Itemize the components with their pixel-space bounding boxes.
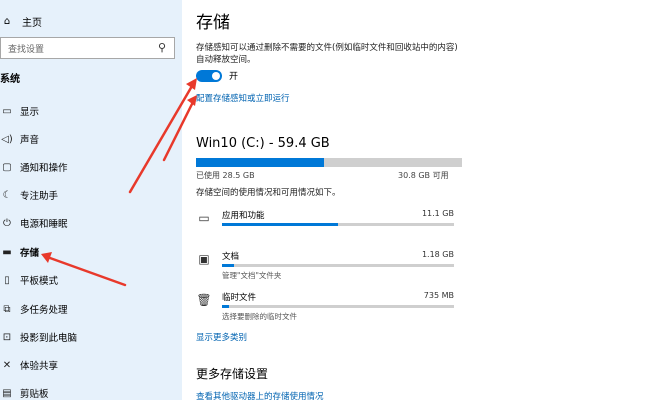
multitasking-icon: ⧉ xyxy=(3,303,11,315)
sidebar-item-focus-assist[interactable]: ☾ 专注助手 xyxy=(0,186,59,204)
storage-sense-toggle[interactable] xyxy=(196,70,222,82)
sidebar-item-clipboard[interactable]: ▤ 剪贴板 xyxy=(0,384,49,400)
sidebar-item-label: 平板模式 xyxy=(20,276,59,287)
projecting-icon: ⊡ xyxy=(2,331,12,343)
category-name: 临时文件 xyxy=(222,293,257,303)
sound-icon: ◁) xyxy=(1,133,13,145)
category-size: 11.1 GB xyxy=(421,209,454,218)
home-label: 主页 xyxy=(22,17,42,29)
usage-description: 存储空间的使用情况和可用情况如下。 xyxy=(196,188,341,198)
home-icon: ⌂ xyxy=(3,15,11,27)
more-storage-settings-heading: 更多存储设置 xyxy=(196,367,269,381)
category-bar xyxy=(222,223,454,226)
sidebar-section-title: 系统 xyxy=(0,74,20,85)
sidebar-item-projecting[interactable]: ⊡ 投影到此电脑 xyxy=(0,328,77,346)
search-placeholder: 查找设置 xyxy=(8,44,45,55)
sidebar-item-shared-experience[interactable]: ✕ 体验共享 xyxy=(0,356,58,374)
sidebar-item-label: 剪贴板 xyxy=(20,389,49,400)
category-size: 1.18 GB xyxy=(421,250,454,259)
storage-icon: ▬ xyxy=(2,246,12,258)
sidebar-item-label: 声音 xyxy=(20,135,40,146)
documents-icon: ▣ xyxy=(198,252,210,266)
category-bar-fill xyxy=(222,264,234,267)
clipboard-icon: ▤ xyxy=(2,387,12,399)
sidebar-item-label: 存储 xyxy=(20,248,40,259)
search-icon[interactable]: ⚲ xyxy=(158,41,166,54)
category-size: 735 MB xyxy=(423,291,454,300)
show-more-categories-link[interactable]: 显示更多类别 xyxy=(196,331,247,343)
sidebar-item-tablet[interactable]: ▯ 平板模式 xyxy=(0,271,58,289)
drive-usage-bar xyxy=(196,158,462,167)
sidebar-item-label: 投影到此电脑 xyxy=(20,333,78,344)
configure-storage-sense-link[interactable]: 配置存储感知或立即运行 xyxy=(196,92,290,104)
category-name: 文档 xyxy=(222,252,240,262)
category-bar-fill xyxy=(222,305,229,308)
shared-experience-icon: ✕ xyxy=(2,359,12,371)
category-bar xyxy=(222,264,454,267)
category-subtitle: 选择要删除的临时文件 xyxy=(222,312,297,321)
search-input[interactable]: 查找设置 ⚲ xyxy=(0,37,175,59)
toggle-state-label: 开 xyxy=(229,72,239,82)
sidebar-item-label: 通知和操作 xyxy=(20,163,68,174)
sidebar-item-label: 多任务处理 xyxy=(20,305,68,316)
category-subtitle: 管理"文档"文件夹 xyxy=(222,271,282,280)
storage-sense-description: 存储感知可以通过删除不需要的文件(例如临时文件和回收站中的内容)自动释放空间。 xyxy=(196,43,458,65)
sidebar: ⌂ 主页 查找设置 ⚲ 系统 ▭ 显示 ◁) 声音 ▢ 通知和操作 ☾ 专注助手… xyxy=(0,0,182,400)
display-icon: ▭ xyxy=(2,105,12,117)
sidebar-item-label: 显示 xyxy=(20,107,40,118)
drive-title: Win10 (C:) - 59.4 GB xyxy=(196,136,330,151)
view-other-drives-link[interactable]: 查看其他驱动器上的存储使用情况 xyxy=(196,390,324,400)
power-icon: ⏻ xyxy=(3,217,11,229)
sidebar-item-label: 电源和睡眠 xyxy=(20,219,68,230)
category-bar xyxy=(222,305,454,308)
drive-used-label: 已使用 28.5 GB xyxy=(196,171,255,180)
category-bar-fill xyxy=(222,223,338,226)
category-name: 应用和功能 xyxy=(222,211,265,221)
tablet-icon: ▯ xyxy=(4,274,10,286)
sidebar-item-label: 专注助手 xyxy=(20,191,59,202)
sidebar-item-sound[interactable]: ◁) 声音 xyxy=(0,130,39,148)
sidebar-item-storage[interactable]: ▬ 存储 xyxy=(0,243,39,261)
temp-files-icon: 🗑 xyxy=(196,293,212,307)
main-content: 存储 存储感知可以通过删除不需要的文件(例如临时文件和回收站中的内容)自动释放空… xyxy=(182,0,671,400)
sidebar-item-multitasking[interactable]: ⧉ 多任务处理 xyxy=(0,300,68,318)
sidebar-home[interactable]: ⌂ 主页 xyxy=(0,12,42,30)
toggle-knob xyxy=(212,72,220,80)
focus-assist-icon: ☾ xyxy=(2,189,12,201)
apps-icon: ▭ xyxy=(198,211,210,225)
sidebar-item-display[interactable]: ▭ 显示 xyxy=(0,102,39,120)
page-title: 存储 xyxy=(196,13,230,33)
drive-usage-fill xyxy=(196,158,324,167)
sidebar-item-label: 体验共享 xyxy=(20,361,59,372)
sidebar-item-power[interactable]: ⏻ 电源和睡眠 xyxy=(0,214,68,232)
notification-icon: ▢ xyxy=(2,161,12,173)
drive-free-label: 30.8 GB 可用 xyxy=(398,171,449,180)
sidebar-item-notifications[interactable]: ▢ 通知和操作 xyxy=(0,158,68,176)
